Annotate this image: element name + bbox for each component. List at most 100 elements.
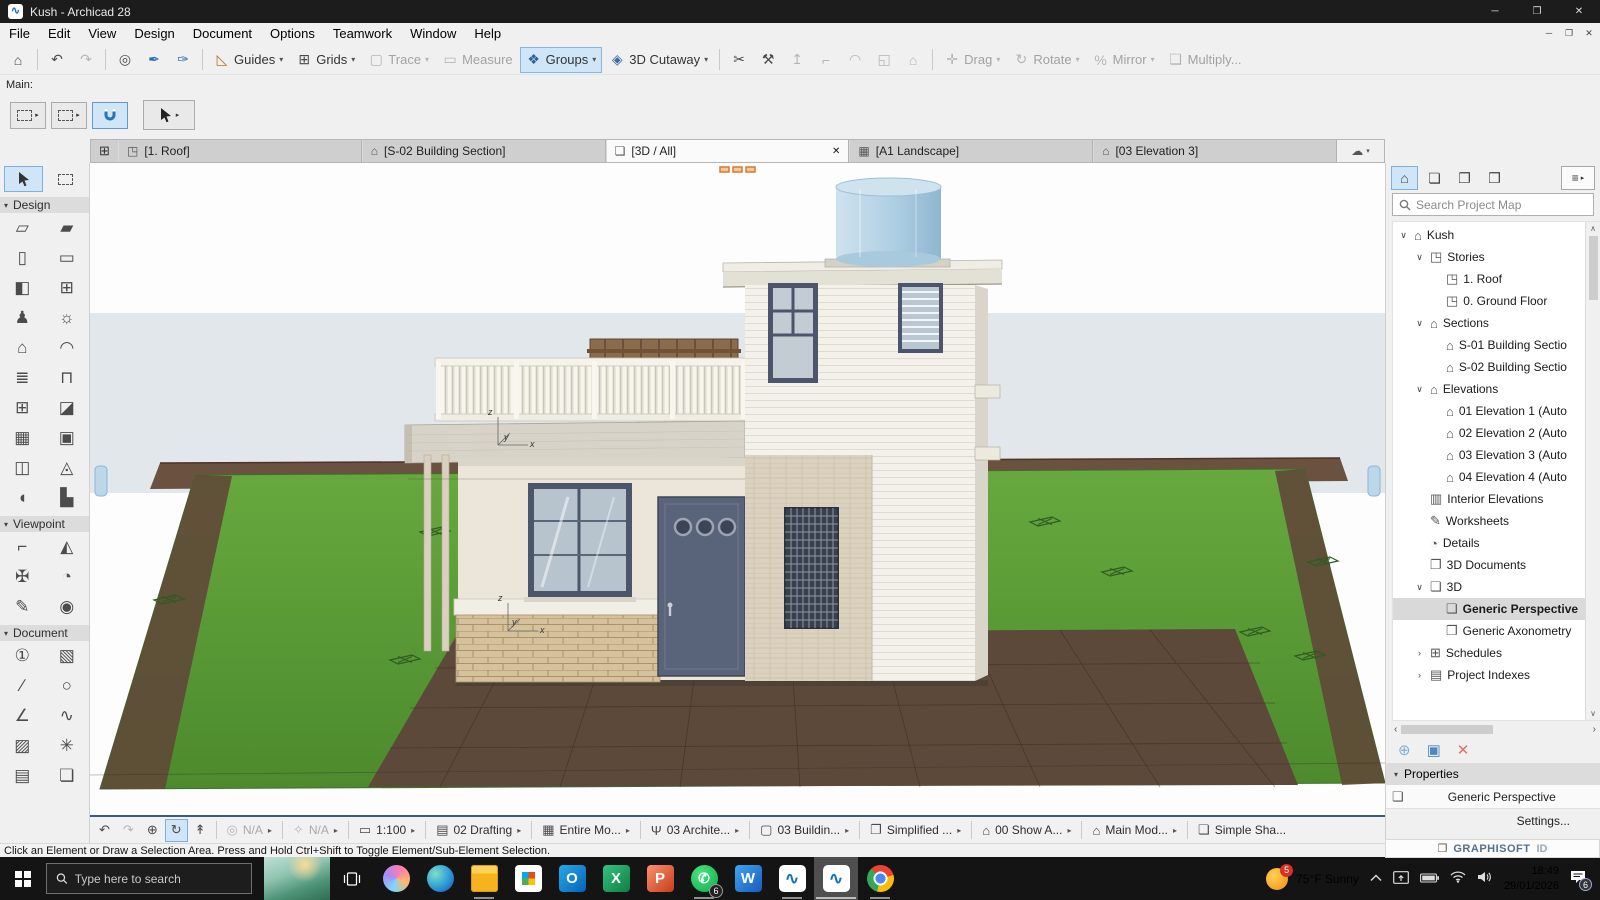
scroll-down-icon[interactable]: ∨: [1590, 709, 1596, 718]
zoom-back-button[interactable]: ↶: [93, 819, 116, 842]
taskbar-file-explorer[interactable]: [462, 857, 506, 900]
battery-button[interactable]: [1420, 872, 1439, 886]
toolbox-section-document[interactable]: ▾ Document: [0, 625, 89, 641]
mesh-tool[interactable]: ▦: [0, 423, 45, 453]
taskbar-powerpoint[interactable]: [638, 857, 682, 900]
tree-item-elevations[interactable]: ∨ ⌂ Elevations: [1393, 378, 1585, 400]
volume-button[interactable]: [1477, 871, 1493, 886]
menu-help[interactable]: Help: [465, 23, 510, 45]
polyline-tool[interactable]: ∠: [0, 701, 45, 731]
drawing-tool[interactable]: ❏: [45, 761, 90, 791]
taskbar-outlook[interactable]: [550, 857, 594, 900]
toolbox-section-viewpoint[interactable]: ▾ Viewpoint: [0, 516, 89, 532]
arrow-tool-flyout-button[interactable]: ▸: [143, 100, 195, 130]
tree-item-worksheets[interactable]: ✎ Worksheets: [1393, 510, 1585, 532]
mirror-button[interactable]: % Mirror ▾: [1087, 47, 1161, 73]
view-cone-selector[interactable]: ◎ N/A ▸: [221, 819, 278, 842]
tree-horizontal-scrollbar[interactable]: ‹ ›: [1386, 721, 1600, 737]
zone-stamp-tool[interactable]: ▙: [45, 483, 90, 513]
slab-tool[interactable]: ▰: [45, 213, 90, 243]
project-map-search[interactable]: [1392, 193, 1594, 216]
split-button[interactable]: ✂: [725, 47, 753, 73]
elevation-tool[interactable]: ◭: [45, 532, 90, 562]
tree-chevron-icon[interactable]: ∨: [1398, 230, 1409, 241]
pen-set-selector[interactable]: ▦ Entire Mo... ▸: [536, 819, 636, 842]
object-tool[interactable]: ♟: [0, 303, 45, 333]
tree-item-03-elevation-3[interactable]: ⌂ 03 Elevation 3 (Auto: [1393, 444, 1585, 466]
tree-chevron-icon[interactable]: ∨: [1414, 318, 1425, 329]
renovation-filter-selector[interactable]: ⌂ 00 Show A... ▸: [976, 819, 1077, 842]
project-map-button[interactable]: ⌂: [1391, 166, 1418, 190]
detail-tool[interactable]: ◔: [45, 562, 90, 592]
elevate-button[interactable]: ↥: [783, 47, 811, 73]
properties-header[interactable]: ▾ Properties: [1386, 763, 1600, 785]
tree-item-1-roof[interactable]: ◳ 1. Roof: [1393, 268, 1585, 290]
dimension-style-selector[interactable]: ❐ Simplified ... ▸: [864, 819, 967, 842]
trace-button[interactable]: ▢ Trace ▾: [362, 47, 435, 73]
hatch-tool[interactable]: ▨: [0, 731, 45, 761]
tree-chevron-icon[interactable]: ∨: [1414, 384, 1425, 395]
taskbar-copilot[interactable]: [374, 857, 418, 900]
morph-tool[interactable]: ◬: [45, 453, 90, 483]
tree-item-kush[interactable]: ∨ ⌂ Kush: [1393, 224, 1585, 246]
measure-button[interactable]: ▭ Measure: [436, 47, 519, 73]
sun-selector[interactable]: ✧ N/A ▸: [287, 819, 344, 842]
3d-model-scene[interactable]: z y x z y x: [90, 163, 1385, 815]
tree-item-02-elevation-2[interactable]: ⌂ 02 Elevation 2 (Auto: [1393, 422, 1585, 444]
tree-item-schedules[interactable]: › ⊞ Schedules: [1393, 642, 1585, 664]
menu-design[interactable]: Design: [125, 23, 183, 45]
task-view-button[interactable]: [330, 857, 374, 900]
menu-edit[interactable]: Edit: [39, 23, 79, 45]
tree-item-generic-perspective[interactable]: ❏ Generic Perspective: [1393, 598, 1585, 620]
cast-button[interactable]: [1393, 871, 1409, 887]
door-tool[interactable]: ◧: [0, 273, 45, 303]
column-tool[interactable]: ▯: [0, 243, 45, 273]
inject-parameters-button[interactable]: ✑: [169, 47, 197, 73]
tree-item-project-indexes[interactable]: › ▤ Project Indexes: [1393, 664, 1585, 686]
doc-restore-button[interactable]: ❐: [1560, 23, 1578, 43]
tab-overview-button[interactable]: ⊞: [90, 139, 118, 163]
scroll-up-icon[interactable]: ∧: [1590, 224, 1596, 233]
tree-item-sections[interactable]: ∨ ⌂ Sections: [1393, 312, 1585, 334]
fill-tool[interactable]: ▧: [45, 641, 90, 671]
curtain-wall-tool[interactable]: ⊞: [0, 393, 45, 423]
drag-button[interactable]: ✛ Drag ▾: [938, 47, 1006, 73]
dimension-tool[interactable]: ①: [0, 641, 45, 671]
orbit-button[interactable]: ↻: [165, 819, 188, 842]
spline-tool[interactable]: ∿: [45, 701, 90, 731]
taskbar-word[interactable]: [726, 857, 770, 900]
tab-a1-landscape[interactable]: ▦ [A1 Landscape]: [849, 140, 1093, 162]
arrow-tool-button[interactable]: [4, 166, 43, 192]
start-button[interactable]: [0, 857, 46, 900]
close-button[interactable]: ✕: [1558, 0, 1600, 23]
tab-close-icon[interactable]: ✕: [832, 146, 840, 157]
search-input[interactable]: [1416, 198, 1587, 212]
stair-tool[interactable]: ≣: [0, 363, 45, 393]
clock-widget[interactable]: 18:49 29/01/2026: [1504, 864, 1559, 893]
marquee-tool-button[interactable]: [46, 166, 85, 192]
tab-03-elevation-3[interactable]: ⌂ [03 Elevation 3]: [1093, 140, 1337, 162]
tree-item-s02-building-section[interactable]: ⌂ S-02 Building Sectio: [1393, 356, 1585, 378]
roof-tool[interactable]: ⌂: [0, 333, 45, 363]
scroll-right-icon[interactable]: ›: [1593, 724, 1596, 735]
toolbox-section-design[interactable]: ▾ Design: [0, 197, 89, 213]
model-view-options-selector[interactable]: Ψ 03 Archite... ▸: [645, 819, 745, 842]
wifi-button[interactable]: [1450, 871, 1466, 886]
publisher-sets-button[interactable]: ❒: [1481, 166, 1508, 190]
settings-button[interactable]: Settings...: [1386, 809, 1600, 833]
worksheet-tool[interactable]: ✎: [0, 592, 45, 622]
scale-selector[interactable]: ▭ 1:100 ▸: [353, 819, 421, 842]
right-edge-handle[interactable]: [1368, 466, 1380, 496]
tree-vertical-scrollbar[interactable]: ∧ ∨: [1585, 222, 1600, 720]
tree-chevron-icon[interactable]: ∨: [1414, 252, 1425, 263]
camera-tool[interactable]: ◉: [45, 592, 90, 622]
tree-chevron-icon[interactable]: ›: [1414, 648, 1425, 658]
tree-item-details[interactable]: ◔ Details: [1393, 532, 1585, 554]
tab-s02-building-section[interactable]: ⌂ [S-02 Building Section]: [362, 140, 606, 162]
hotspot-tool[interactable]: ✳: [45, 731, 90, 761]
minimize-button[interactable]: ─: [1474, 0, 1516, 23]
add-viewpoint-button[interactable]: ⊕: [1398, 741, 1411, 759]
doc-close-button[interactable]: ✕: [1580, 23, 1598, 43]
tree-chevron-icon[interactable]: ›: [1414, 670, 1425, 680]
tray-overflow-button[interactable]: [1370, 873, 1382, 885]
